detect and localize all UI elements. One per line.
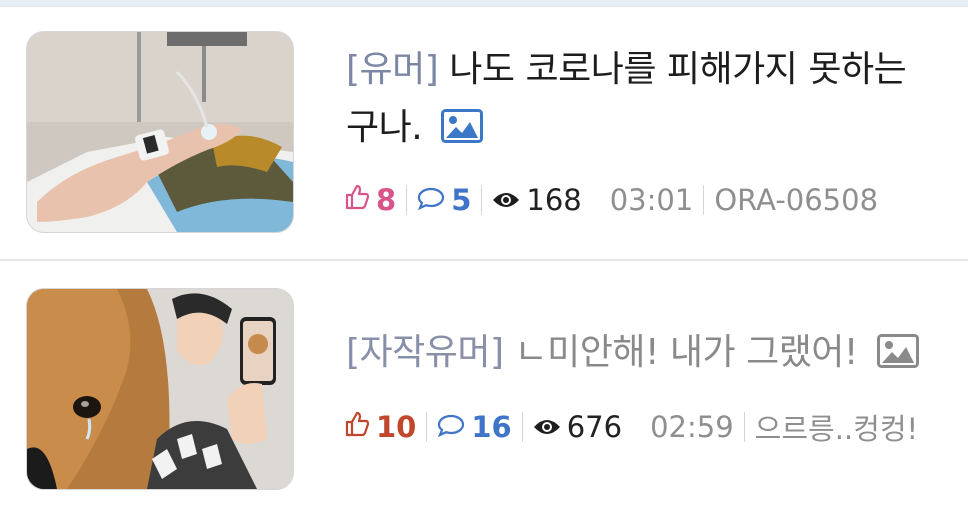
list-item[interactable]: [자작유머] ㄴ미안해! 내가 그랬어! 10 16 676 02:59 으르릉… bbox=[0, 261, 968, 514]
post-time: 03:01 bbox=[609, 183, 694, 217]
post-title-text[interactable]: ㄴ미안해! 내가 그랬어! bbox=[515, 332, 859, 373]
post-time: 02:59 bbox=[650, 410, 734, 444]
author-name[interactable]: 으르릉..컹컹! bbox=[755, 406, 918, 448]
likes-count[interactable]: 8 bbox=[344, 183, 396, 217]
separator bbox=[426, 412, 428, 442]
author-name[interactable]: ORA-06508 bbox=[714, 183, 878, 217]
views-count: 168 bbox=[492, 183, 582, 217]
list-item[interactable]: [유머] 나도 코로나를 피해가지 못하는 구나. 8 5 168 03:01 … bbox=[0, 7, 968, 261]
likes-count[interactable]: 10 bbox=[344, 410, 416, 444]
category-tag[interactable]: [유머] bbox=[346, 49, 439, 90]
top-divider bbox=[0, 0, 968, 7]
thumbs-up-icon bbox=[344, 410, 370, 444]
likes-value: 8 bbox=[376, 183, 397, 217]
eye-icon bbox=[492, 183, 520, 217]
comment-bubble-icon bbox=[437, 410, 465, 444]
post-thumbnail[interactable] bbox=[26, 31, 294, 233]
comments-value: 5 bbox=[451, 183, 472, 217]
image-icon bbox=[876, 328, 919, 386]
separator bbox=[521, 412, 523, 442]
views-value: 676 bbox=[566, 410, 623, 444]
separator bbox=[743, 412, 745, 442]
post-title[interactable]: [자작유머] ㄴ미안해! 내가 그랬어! bbox=[346, 324, 936, 386]
separator bbox=[703, 185, 705, 215]
post-meta: 8 5 168 03:01 ORA-06508 bbox=[344, 180, 878, 220]
post-title[interactable]: [유머] 나도 코로나를 피해가지 못하는 구나. bbox=[346, 41, 936, 161]
comments-value: 16 bbox=[471, 410, 512, 444]
comments-count[interactable]: 5 bbox=[417, 183, 471, 217]
comment-bubble-icon bbox=[417, 183, 445, 217]
separator bbox=[481, 185, 483, 215]
post-meta: 10 16 676 02:59 으르릉..컹컹! bbox=[344, 407, 918, 447]
separator bbox=[406, 185, 408, 215]
eye-icon bbox=[533, 410, 561, 444]
views-value: 168 bbox=[526, 183, 582, 217]
comments-count[interactable]: 16 bbox=[437, 410, 512, 444]
likes-value: 10 bbox=[376, 410, 417, 444]
post-thumbnail[interactable] bbox=[26, 288, 294, 490]
views-count: 676 bbox=[533, 410, 622, 444]
image-icon bbox=[441, 103, 484, 161]
thumbs-up-icon bbox=[344, 183, 370, 217]
category-tag[interactable]: [자작유머] bbox=[346, 332, 504, 373]
